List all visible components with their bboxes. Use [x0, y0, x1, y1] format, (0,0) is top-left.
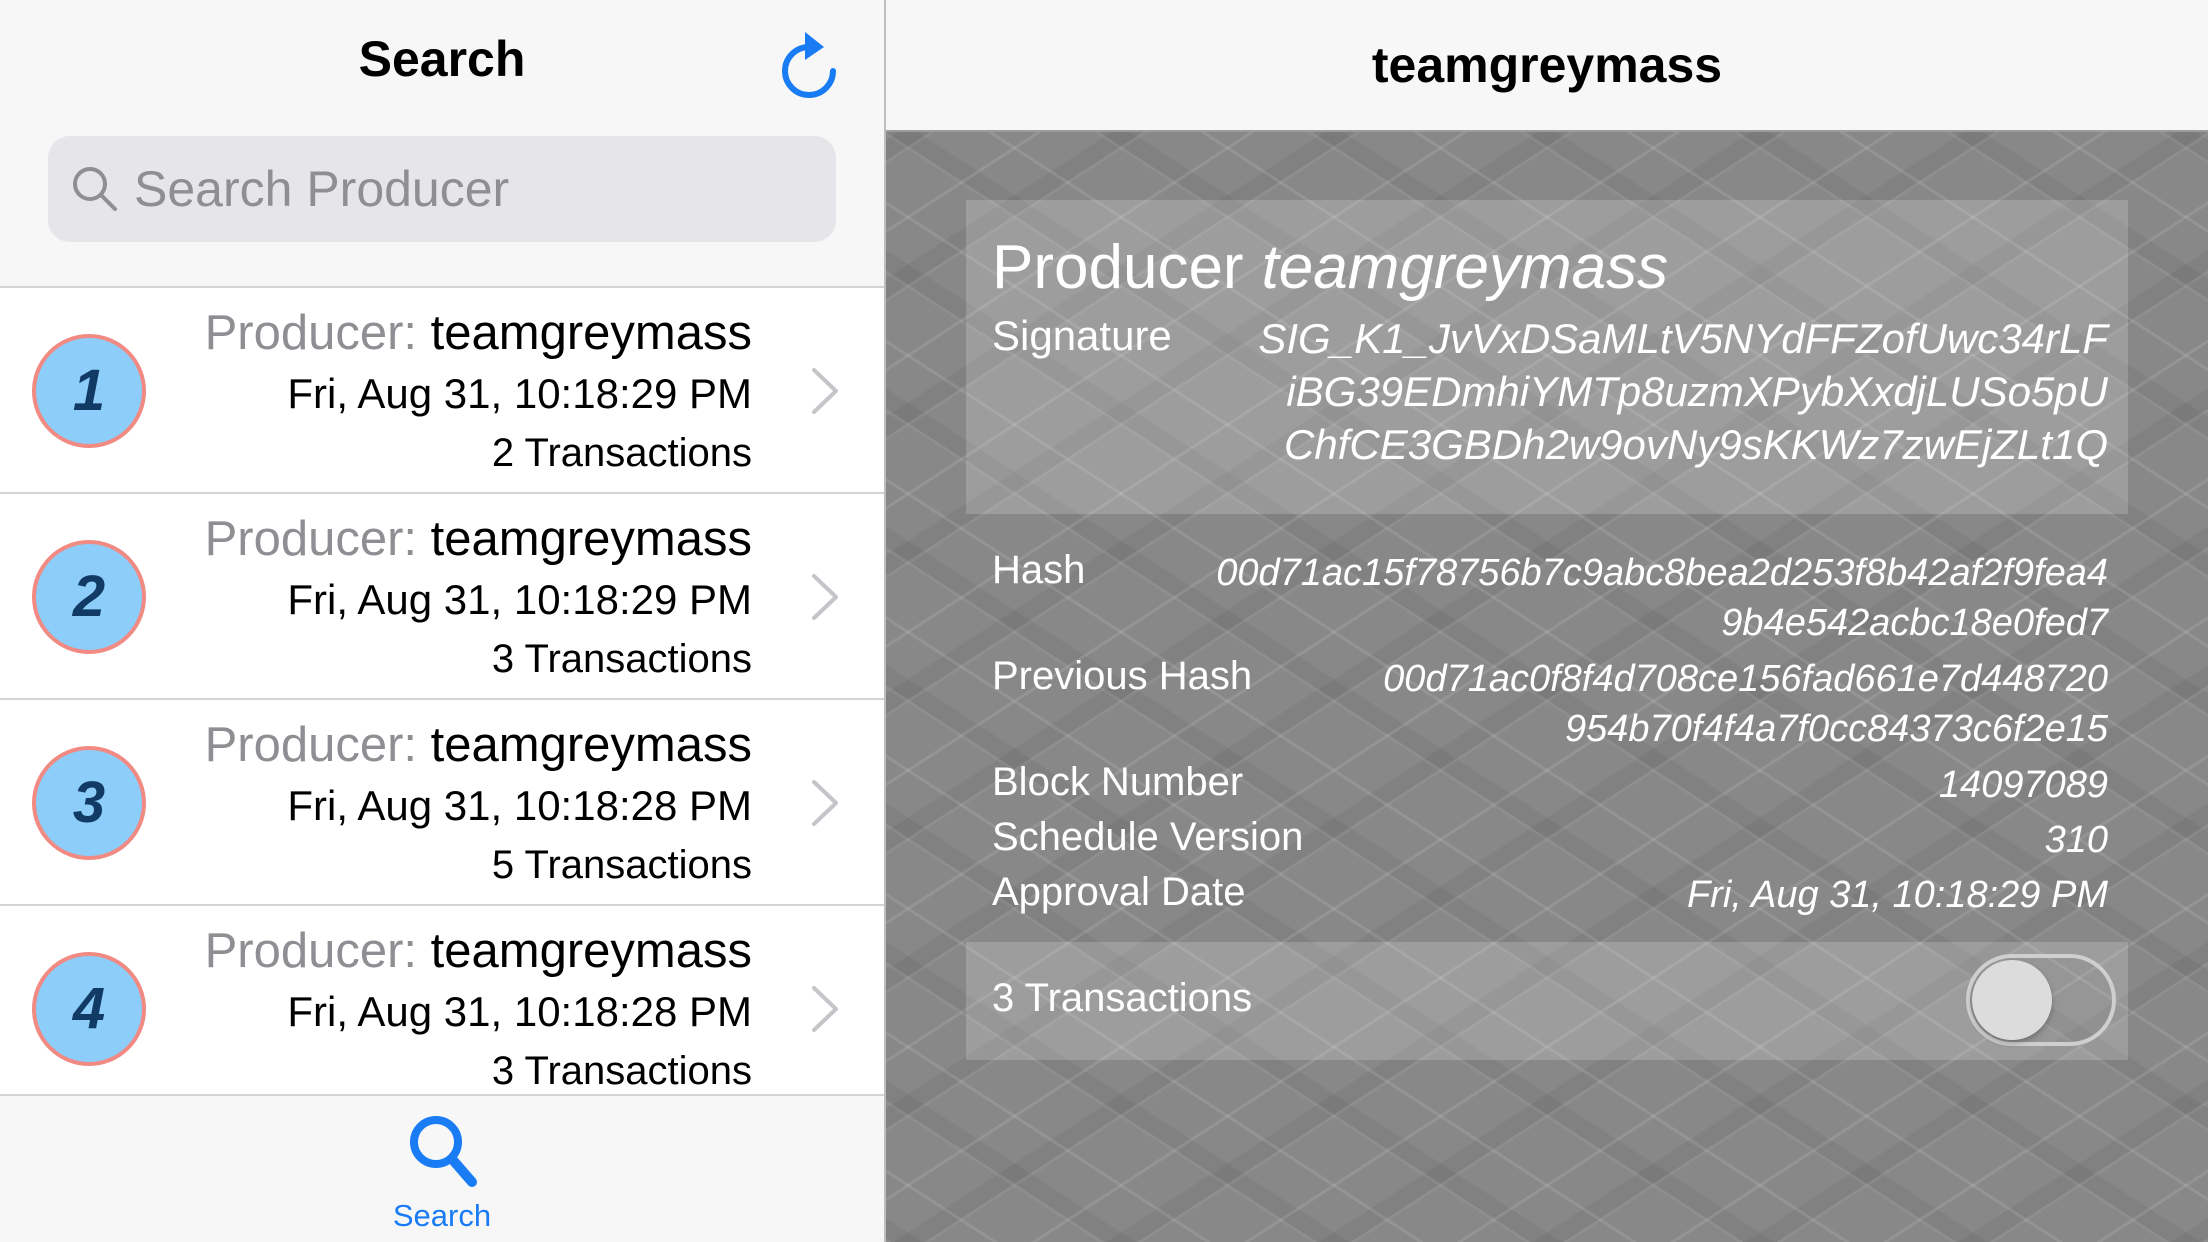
chevron-right-icon [812, 368, 838, 414]
previous-hash-line: 00d71ac0f8f4d708ce156fad661e7d448720 [1383, 658, 2108, 700]
hash-value: 00d71ac15f78756b7c9abc8bea2d253f8b42af2f… [1216, 548, 2108, 648]
previous-hash-line: 954b70f4f4a7f0cc84373c6f2e15 [1564, 708, 2108, 750]
block-index-badge: 1 [32, 334, 146, 448]
producer-name: teamgreymass [430, 306, 752, 360]
producer-label: Producer: [204, 924, 418, 978]
search-title: Search [358, 31, 526, 87]
search-header: Search [0, 0, 884, 288]
transaction-count: 2 Transactions [491, 431, 752, 475]
producer-heading-label: Producer [992, 233, 1244, 302]
producer-label: Producer: [204, 512, 418, 566]
producer-name: teamgreymass [430, 718, 752, 772]
list-item[interactable]: 2 Producer: teamgreymass Fri, Aug 31, 10… [0, 494, 884, 700]
block-index: 4 [72, 976, 106, 1041]
search-input[interactable] [134, 136, 824, 242]
chevron-right-icon [812, 986, 838, 1032]
transactions-toggle[interactable] [1966, 954, 2116, 1046]
approval-date-value: Fri, Aug 31, 10:18:29 PM [1686, 874, 2108, 916]
hash-line: 9b4e542acbc18e0fed7 [1721, 602, 2108, 644]
block-index-badge: 4 [32, 952, 146, 1066]
producer-name: teamgreymass [430, 512, 752, 566]
block-number-value: 14097089 [1938, 764, 2108, 806]
hash-label: Hash [992, 548, 1086, 592]
transactions-label: 3 Transactions [992, 976, 1253, 1020]
producer-heading-name: teamgreymass [1261, 233, 1669, 302]
search-pane: Search 1 Producer: teamgreymass Fri, Aug… [0, 0, 884, 1242]
signature-value: SIG_K1_JvVxDSaMLtV5NYdFFZofUwc34rLF iBG3… [1168, 312, 2108, 471]
block-date: Fri, Aug 31, 10:18:28 PM [287, 782, 752, 829]
transaction-count: 3 Transactions [491, 637, 752, 681]
block-index: 2 [72, 564, 106, 629]
signature-line: ChfCE3GBDh2w9ovNy9sKKWz7zwEjZLt1Q [1284, 421, 2108, 468]
chevron-right-icon [812, 780, 838, 826]
block-number-label: Block Number [992, 760, 1244, 804]
chevron-right-icon [812, 574, 838, 620]
producer-label: Producer: [204, 306, 418, 360]
block-index: 3 [72, 770, 106, 835]
approval-date-label: Approval Date [992, 870, 1246, 914]
detail-title: teamgreymass [1371, 37, 1723, 93]
search-bar[interactable] [48, 136, 836, 242]
block-date: Fri, Aug 31, 10:18:29 PM [287, 576, 752, 623]
search-icon [410, 1116, 477, 1187]
tab-search[interactable]: Search [372, 1112, 512, 1233]
producer-heading: Producer teamgreymass [992, 232, 1668, 303]
list-item[interactable]: 1 Producer: teamgreymass Fri, Aug 31, 10… [0, 288, 884, 494]
transaction-count: 3 Transactions [491, 1049, 752, 1093]
schedule-version-label: Schedule Version [992, 815, 1304, 859]
detail-pane: teamgreymass Producer teamgreymass Signat… [886, 0, 2208, 1242]
block-index: 1 [72, 358, 106, 423]
tab-search-label: Search [392, 1198, 492, 1233]
previous-hash-value: 00d71ac0f8f4d708ce156fad661e7d448720 954… [1383, 654, 2108, 754]
refresh-icon[interactable] [778, 30, 840, 100]
block-date: Fri, Aug 31, 10:18:29 PM [287, 370, 752, 417]
signature-line: SIG_K1_JvVxDSaMLtV5NYdFFZofUwc34rLF [1258, 315, 2108, 362]
previous-hash-label: Previous Hash [992, 654, 1253, 698]
schedule-version-value: 310 [2044, 819, 2108, 861]
hash-line: 00d71ac15f78756b7c9abc8bea2d253f8b42af2f… [1216, 552, 2108, 594]
block-date: Fri, Aug 31, 10:18:28 PM [287, 988, 752, 1035]
list-item[interactable]: 4 Producer: teamgreymass Fri, Aug 31, 10… [0, 906, 884, 1094]
signature-label: Signature [992, 312, 1172, 359]
list-item[interactable]: 3 Producer: teamgreymass Fri, Aug 31, 10… [0, 700, 884, 906]
block-list: 1 Producer: teamgreymass Fri, Aug 31, 10… [0, 288, 884, 1094]
toggle-knob[interactable] [1972, 960, 2052, 1040]
block-index-badge: 2 [32, 540, 146, 654]
transaction-count: 5 Transactions [491, 843, 752, 887]
producer-label: Producer: [204, 718, 418, 772]
detail-header: teamgreymass [886, 0, 2208, 132]
search-icon [73, 167, 117, 211]
tab-bar: Search [0, 1094, 884, 1242]
signature-line: iBG39EDmhiYMTp8uzmXPybXxdjLUSo5pU [1286, 368, 2108, 415]
transactions-row: 3 Transactions [966, 942, 2128, 1060]
producer-name: teamgreymass [430, 924, 752, 978]
block-index-badge: 3 [32, 746, 146, 860]
